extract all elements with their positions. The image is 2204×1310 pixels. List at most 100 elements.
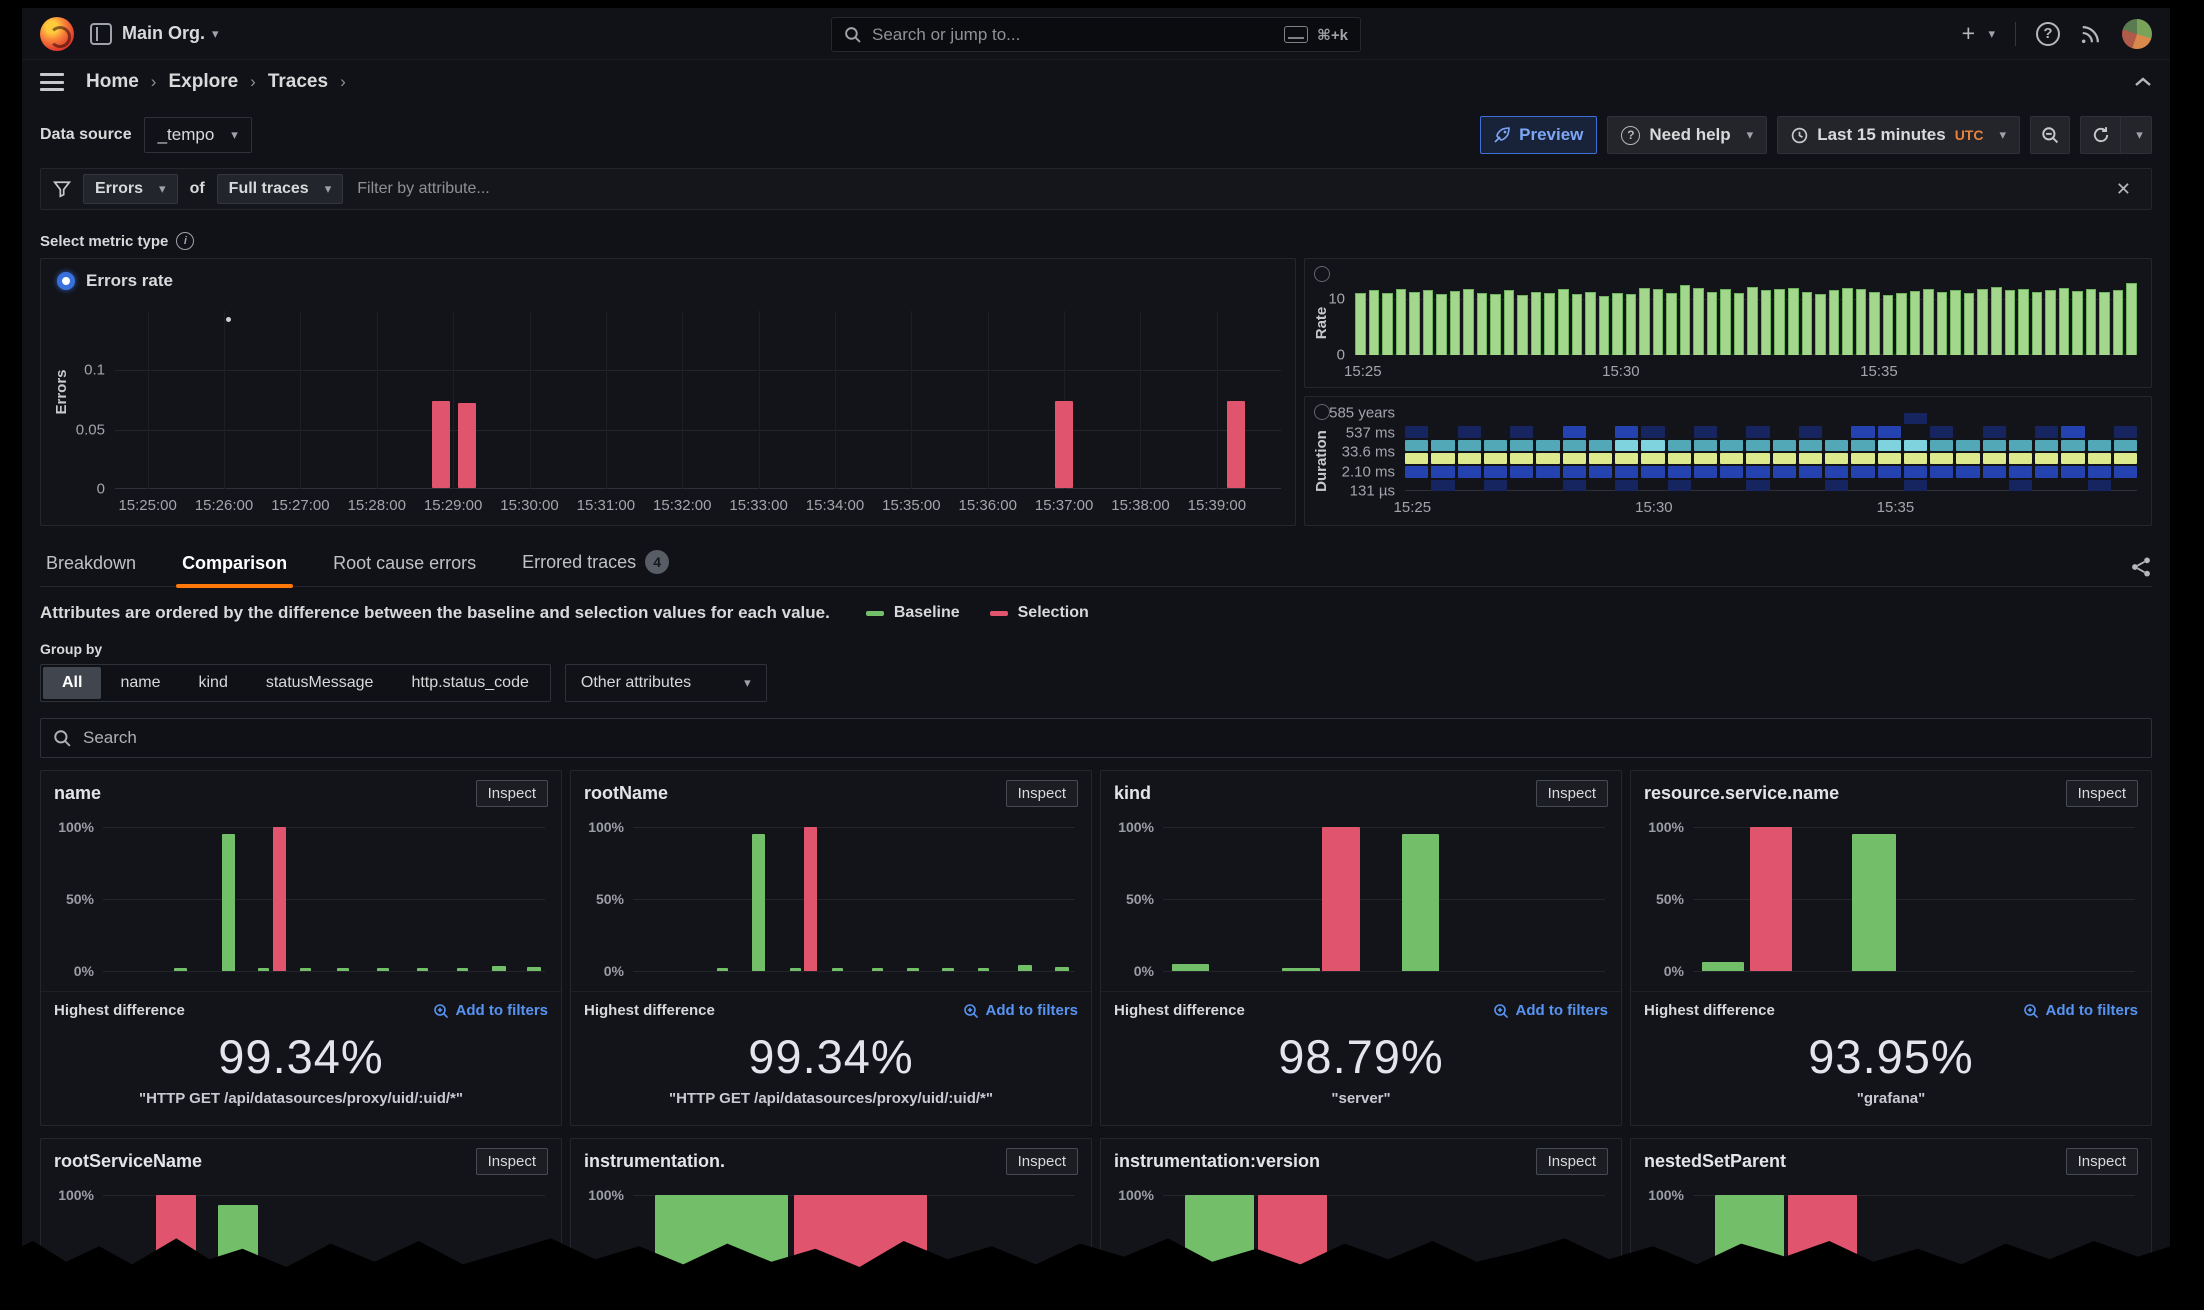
inspect-button[interactable]: Inspect <box>1006 1148 1078 1175</box>
chevron-down-icon: ▾ <box>1988 26 1995 42</box>
baseline-bar <box>222 834 234 971</box>
filter-scope-select[interactable]: Errors ▾ <box>83 174 178 204</box>
heatmap-cell <box>2035 466 2058 477</box>
heatmap-cell <box>1720 466 1743 477</box>
data-source-select[interactable]: _tempo ▾ <box>144 117 252 153</box>
heatmap-cell <box>1405 453 1428 464</box>
legend-swatch <box>866 611 884 616</box>
y-tick-label: 2.10 ms <box>1342 463 1395 480</box>
filter-scope-value: Errors <box>95 180 143 198</box>
add-to-filters-link[interactable]: Add to filters <box>2023 1002 2139 1019</box>
global-search[interactable]: ⌘+k <box>831 17 1361 52</box>
card-info: Highest differenceAdd to filters99.34%"H… <box>571 991 1091 1125</box>
inspect-button[interactable]: Inspect <box>2066 780 2138 807</box>
radio-unselected-icon[interactable] <box>1314 266 1330 282</box>
filter-target-select[interactable]: Full traces ▾ <box>217 174 344 204</box>
tab-comparison[interactable]: Comparison <box>176 545 293 586</box>
heatmap-cell <box>2114 453 2137 464</box>
highest-difference-label: Highest difference <box>1644 1002 1775 1019</box>
legend-item-baseline[interactable]: Baseline <box>866 604 960 622</box>
group-by-option-all[interactable]: All <box>43 667 101 699</box>
y-tick-label: 100% <box>588 1187 624 1203</box>
tab-root-cause-errors[interactable]: Root cause errors <box>327 545 482 586</box>
refresh-icon <box>2092 126 2110 144</box>
gridline <box>1693 971 2135 972</box>
refresh-interval-dropdown[interactable]: ▾ <box>2120 116 2152 154</box>
help-icon[interactable]: ? <box>2036 22 2060 46</box>
card-info-row: Highest differenceAdd to filters <box>1114 1002 1608 1019</box>
breadcrumb-traces[interactable]: Traces <box>268 71 328 93</box>
grafana-logo-icon[interactable] <box>40 17 74 51</box>
collapse-chevron-up-icon[interactable] <box>2134 76 2152 88</box>
card-title: instrumentation:version <box>1114 1151 1320 1172</box>
org-switcher[interactable]: Main Org. <box>122 23 205 44</box>
need-help-button[interactable]: ? Need help ▾ <box>1607 116 1767 154</box>
heatmap-cell <box>1484 426 1507 437</box>
heatmap-cell <box>1720 440 1743 451</box>
refresh-button[interactable] <box>2080 116 2120 154</box>
share-icon[interactable] <box>2130 556 2152 578</box>
legend-item-selection[interactable]: Selection <box>990 604 1089 622</box>
gridline <box>633 971 1075 972</box>
radio-selected-icon[interactable] <box>57 272 75 290</box>
time-range-picker[interactable]: Last 15 minutes UTC ▾ <box>1777 116 2020 154</box>
heatmap-cell <box>1694 440 1717 451</box>
add-to-filters-link[interactable]: Add to filters <box>1493 1002 1609 1019</box>
heatmap-cell <box>1668 466 1691 477</box>
heatmap-cell <box>1930 466 1953 477</box>
inspect-button[interactable]: Inspect <box>1536 780 1608 807</box>
user-avatar[interactable] <box>2122 19 2152 49</box>
menu-icon[interactable] <box>40 73 64 91</box>
card-title: rootServiceName <box>54 1151 202 1172</box>
attribute-search[interactable] <box>40 718 2152 758</box>
rate-bar <box>1585 292 1596 355</box>
breadcrumb-explore[interactable]: Explore <box>168 71 238 93</box>
attribute-search-input[interactable] <box>81 727 2139 749</box>
errors-rate-panel[interactable]: Errors rate Errors 0.10.05015:25:0015:26… <box>40 258 1296 526</box>
group-by-option-http.status_code[interactable]: http.status_code <box>392 667 547 699</box>
news-rss-icon[interactable] <box>2080 23 2102 45</box>
heatmap-cell <box>1694 480 1717 491</box>
add-menu-button[interactable]: + ▾ <box>1962 20 1995 47</box>
group-by-option-kind[interactable]: kind <box>179 667 246 699</box>
baseline-bar <box>717 968 728 971</box>
card-title: resource.service.name <box>1644 783 1839 804</box>
heatmap-cell <box>1904 426 1927 437</box>
selection-bar <box>1750 827 1792 971</box>
breadcrumb-home[interactable]: Home <box>86 71 139 93</box>
heatmap-cell <box>1641 466 1664 477</box>
inspect-button[interactable]: Inspect <box>1006 780 1078 807</box>
heatmap-cell <box>1431 413 1454 424</box>
info-icon[interactable]: i <box>176 232 194 250</box>
add-to-filters-link[interactable]: Add to filters <box>433 1002 549 1019</box>
clear-filters-icon[interactable]: ✕ <box>2108 175 2139 204</box>
other-attributes-select[interactable]: Other attributes ▾ <box>565 664 767 702</box>
gridline <box>1140 311 1141 489</box>
card-info-row: Highest differenceAdd to filters <box>54 1002 548 1019</box>
tab-breakdown[interactable]: Breakdown <box>40 545 142 586</box>
tab-errored-traces[interactable]: Errored traces4 <box>516 542 675 586</box>
chevron-down-icon: ▾ <box>231 127 238 143</box>
group-by-option-name[interactable]: name <box>101 667 179 699</box>
heatmap-column <box>1825 413 1848 491</box>
inspect-button[interactable]: Inspect <box>2066 1148 2138 1175</box>
duration-panel[interactable]: Duration 585 years537 ms33.6 ms2.10 ms13… <box>1304 396 2152 526</box>
magnifier-plus-icon <box>2023 1003 2039 1019</box>
errors-rate-radio-row[interactable]: Errors rate <box>57 271 173 291</box>
add-to-filters-link[interactable]: Add to filters <box>963 1002 1079 1019</box>
inspect-button[interactable]: Inspect <box>476 1148 548 1175</box>
zoom-out-button[interactable] <box>2030 116 2070 154</box>
chevron-down-icon: ▾ <box>325 181 332 197</box>
radio-unselected-icon[interactable] <box>1314 404 1330 420</box>
rate-panel[interactable]: Rate 10015:2515:3015:35 <box>1304 258 2152 388</box>
inspect-button[interactable]: Inspect <box>1536 1148 1608 1175</box>
rate-bar <box>1680 285 1691 355</box>
global-search-input[interactable] <box>870 24 1275 46</box>
heatmap-cell <box>1405 466 1428 477</box>
baseline-bar <box>258 968 269 971</box>
inspect-button[interactable]: Inspect <box>476 780 548 807</box>
group-by-option-statusmessage[interactable]: statusMessage <box>247 667 393 699</box>
heatmap-column <box>1773 413 1796 491</box>
filter-attribute-input[interactable] <box>355 179 2096 199</box>
preview-button[interactable]: Preview <box>1480 116 1597 154</box>
